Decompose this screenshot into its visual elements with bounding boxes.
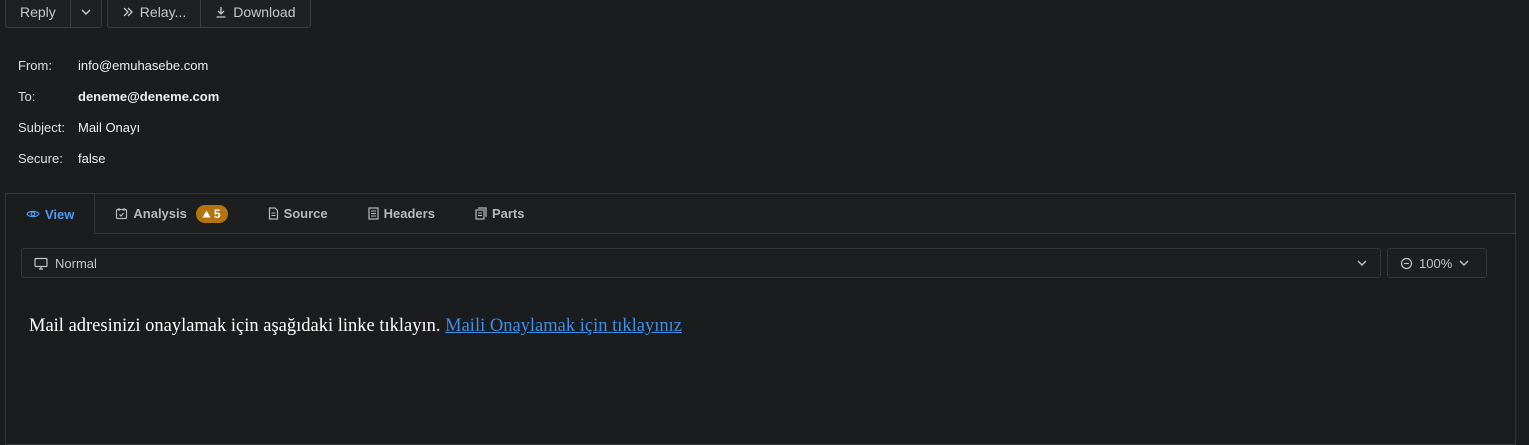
double-chevron-right-icon bbox=[123, 7, 133, 17]
to-row: To: deneme@deneme.com bbox=[18, 81, 219, 112]
parts-icon bbox=[475, 207, 487, 220]
message-panel: View Analysis 5 Source Headers Parts Nor… bbox=[5, 193, 1516, 445]
view-mode-select[interactable]: Normal bbox=[21, 248, 1381, 278]
reply-options-button[interactable] bbox=[69, 0, 101, 27]
file-icon bbox=[268, 207, 278, 220]
eye-icon bbox=[26, 210, 40, 218]
reply-button-group: Reply bbox=[5, 0, 102, 28]
tab-parts-label: Parts bbox=[491, 206, 525, 221]
tab-analysis[interactable]: Analysis 5 bbox=[95, 194, 247, 233]
download-button[interactable]: Download bbox=[200, 0, 310, 27]
message-body: Mail adresinizi onaylamak için aşağıdaki… bbox=[29, 316, 682, 337]
zoom-value: 100% bbox=[1419, 255, 1453, 271]
analysis-warning-badge: 5 bbox=[195, 204, 228, 223]
to-label: To: bbox=[18, 89, 36, 104]
secure-label: Secure: bbox=[18, 151, 63, 166]
reply-button[interactable]: Reply bbox=[6, 0, 70, 27]
message-meta: From: info@emuhasebe.com To: deneme@dene… bbox=[18, 50, 219, 174]
tab-source[interactable]: Source bbox=[248, 194, 348, 233]
download-icon bbox=[216, 7, 226, 18]
monitor-icon bbox=[34, 257, 48, 270]
from-row: From: info@emuhasebe.com bbox=[18, 50, 219, 81]
secure-value: false bbox=[78, 151, 106, 166]
chevron-down-icon bbox=[1459, 260, 1469, 266]
toolbar: Reply Relay... Download bbox=[5, 0, 311, 28]
secure-row: Secure: false bbox=[18, 143, 219, 174]
view-controls: Normal 100% bbox=[21, 248, 1487, 278]
list-icon bbox=[368, 207, 379, 220]
warning-triangle-icon bbox=[202, 210, 211, 217]
to-value: deneme@deneme.com bbox=[78, 89, 220, 104]
tab-source-label: Source bbox=[283, 206, 328, 221]
from-label: From: bbox=[18, 58, 52, 73]
from-value: info@emuhasebe.com bbox=[78, 58, 209, 73]
message-text: Mail adresinizi onaylamak için aşağıdaki… bbox=[29, 316, 441, 336]
confirm-mail-link[interactable]: Maili Onaylamak için tıklayınız bbox=[445, 316, 682, 336]
analysis-count: 5 bbox=[213, 206, 221, 221]
subject-row: Subject: Mail Onayı bbox=[18, 112, 219, 143]
zoom-select[interactable]: 100% bbox=[1387, 248, 1487, 278]
subject-value: Mail Onayı bbox=[78, 120, 141, 135]
tab-headers[interactable]: Headers bbox=[348, 194, 455, 233]
subject-label: Subject: bbox=[18, 120, 65, 135]
tab-bar: View Analysis 5 Source Headers Parts bbox=[6, 194, 1515, 234]
chevron-down-icon bbox=[81, 9, 91, 15]
tab-analysis-label: Analysis bbox=[133, 206, 187, 221]
relay-button[interactable]: Relay... bbox=[107, 0, 201, 27]
zoom-out-icon bbox=[1400, 257, 1413, 269]
relay-label: Relay... bbox=[139, 4, 187, 20]
view-mode-value: Normal bbox=[55, 255, 97, 271]
chevron-down-icon bbox=[1357, 260, 1367, 266]
download-label: Download bbox=[233, 4, 296, 20]
tab-view-label: View bbox=[45, 206, 75, 222]
analysis-icon bbox=[116, 208, 128, 220]
reply-label: Reply bbox=[20, 4, 56, 20]
relay-download-group: Relay... Download bbox=[106, 0, 311, 28]
tab-headers-label: Headers bbox=[383, 206, 435, 221]
tab-parts[interactable]: Parts bbox=[455, 194, 545, 233]
tab-view[interactable]: View bbox=[6, 194, 96, 234]
